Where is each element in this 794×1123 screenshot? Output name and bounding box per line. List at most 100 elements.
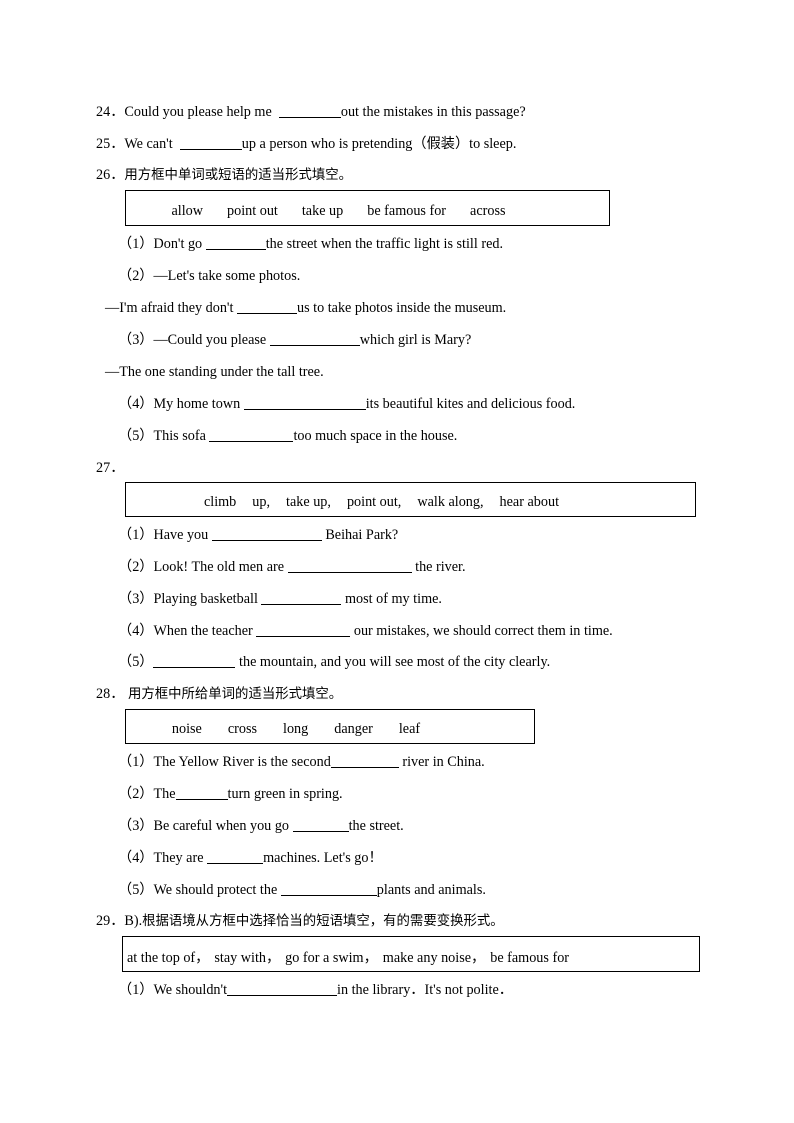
word-box-29-item-1: stay with， — [214, 950, 281, 966]
question-25-blank[interactable] — [179, 136, 242, 150]
question-28-item-3: （3）Be careful when you go the street. — [118, 817, 404, 835]
item-blank[interactable] — [292, 818, 349, 832]
item-blank[interactable] — [256, 623, 351, 637]
item-label: （1） — [118, 754, 154, 770]
item-blank[interactable] — [287, 559, 412, 573]
item-text-after: us to take photos inside the museum. — [296, 300, 507, 316]
item-text-before: We should protect the — [153, 882, 278, 898]
item-text-after: river in China. — [402, 754, 485, 770]
question-24: 24．Could you please help me out the mist… — [96, 103, 526, 121]
item-label: （4） — [118, 396, 154, 412]
item-label: （2） — [118, 559, 154, 575]
question-28-item-2: （2）The turn green in spring. — [118, 785, 343, 803]
question-26-item-5: （5）This sofa too much space in the house… — [118, 427, 457, 445]
question-24-number: 24． — [96, 104, 125, 120]
item-blank[interactable] — [211, 527, 322, 541]
question-24-text-before: Could you please help me — [124, 104, 272, 120]
item-text-before: When the teacher — [153, 623, 253, 639]
item-text-after: Beihai Park? — [325, 527, 399, 543]
word-box-28-item-0: noise — [171, 721, 202, 737]
item-text-before: Be careful when you go — [153, 818, 290, 834]
word-box-27-item-4: walk along, — [417, 494, 484, 510]
word-box-26-item-4: across — [470, 203, 506, 219]
item-text-before: We shouldn't — [153, 982, 228, 998]
question-25-text-after: up a person who is pretending（假装）to slee… — [241, 136, 517, 152]
item-text-before: Don't go — [153, 236, 203, 252]
word-box-28-item-1: cross — [227, 721, 257, 737]
question-28-word-box: noise cross long danger leaf — [125, 709, 535, 744]
item-label: （2） — [118, 786, 154, 802]
word-box-26-item-2: take up — [301, 203, 344, 219]
item-text-after: the river. — [415, 559, 466, 575]
question-27-number: 27． — [96, 460, 125, 476]
item-text-after: which girl is Mary? — [359, 332, 472, 348]
item-blank[interactable] — [280, 882, 377, 896]
question-27-word-box: climb up, take up, point out, walk along, hea… — [125, 482, 696, 517]
word-box-27-item-2: take up, — [286, 494, 331, 510]
item-blank[interactable] — [207, 850, 264, 864]
word-box-28-item-4: leaf — [398, 721, 421, 737]
worksheet-page: 24．Could you please help me out the mist… — [0, 0, 794, 1123]
item-label: （3） — [118, 818, 154, 834]
question-25-text-before: We can't — [124, 136, 173, 152]
item-blank[interactable] — [243, 396, 366, 410]
word-box-27-item-3: point out, — [346, 494, 402, 510]
item-text-after: the mountain, and you will see most of t… — [239, 654, 551, 670]
item-text-before: —I'm afraid they don't — [105, 300, 234, 316]
item-blank[interactable] — [269, 332, 360, 346]
item-blank[interactable] — [261, 591, 342, 605]
item-label: （1） — [118, 236, 154, 252]
question-24-blank[interactable] — [278, 104, 341, 118]
question-25-number: 25． — [96, 136, 125, 152]
question-26-item-4: （4）My home town its beautiful kites and … — [118, 395, 575, 413]
item-blank[interactable] — [236, 300, 297, 314]
item-blank[interactable] — [227, 982, 338, 996]
item-text-after: the street. — [348, 818, 404, 834]
item-blank[interactable] — [175, 786, 228, 800]
question-26-prompt: 用方框中单词或短语的适当形式填空。 — [124, 168, 353, 183]
word-box-29-item-4: be famous for — [490, 950, 570, 966]
item-blank[interactable] — [209, 428, 294, 442]
word-box-28-item-2: long — [283, 721, 309, 737]
word-box-29-item-2: go for a swim， — [285, 950, 378, 966]
item-label: （3） — [118, 332, 154, 348]
question-28-item-4: （4）They are machines. Let's go！ — [118, 849, 383, 867]
question-29-header: 29．B).根据语境从方框中选择恰当的短语填空，有的需要变换形式。 — [96, 912, 504, 931]
item-blank[interactable] — [330, 754, 399, 768]
item-text-before: The — [153, 786, 176, 802]
item-text-before: They are — [153, 850, 204, 866]
item-text-after: machines. Let's go！ — [263, 850, 383, 866]
item-text-before: Playing basketball — [153, 591, 258, 607]
item-label: （3） — [118, 591, 154, 607]
word-box-26-item-0: allow — [171, 203, 204, 219]
question-26-header: 26．用方框中单词或短语的适当形式填空。 — [96, 166, 352, 185]
question-28-header: 28． 用方框中所给单词的适当形式填空。 — [96, 685, 342, 704]
item-blank[interactable] — [153, 654, 236, 668]
item-text-before: This sofa — [153, 428, 206, 444]
question-26-word-box: allow point out take up be famous for across — [125, 190, 610, 226]
question-27-item-4: （4）When the teacher our mistakes, we sho… — [118, 622, 613, 640]
item-label: （5） — [118, 654, 154, 670]
item-blank[interactable] — [205, 236, 266, 250]
question-28-prompt: 用方框中所给单词的适当形式填空。 — [127, 687, 343, 702]
word-box-26-item-1: point out — [227, 203, 278, 219]
item-label: （1） — [118, 982, 154, 998]
question-26-number: 26． — [96, 167, 125, 183]
item-text-after: too much space in the house. — [293, 428, 458, 444]
word-box-27-item-5: hear about — [499, 494, 560, 510]
word-box-27-item-1: up, — [252, 494, 271, 510]
question-26-item-3: （3）—Could you please which girl is Mary? — [118, 331, 471, 349]
item-text-after: turn green in spring. — [227, 786, 343, 802]
question-26-item-3-answer-line: —The one standing under the tall tree. — [105, 363, 324, 381]
question-27-item-2: （2）Look! The old men are the river. — [118, 558, 466, 576]
item-label: （2） — [118, 268, 154, 284]
question-27-item-3: （3）Playing basketball most of my time. — [118, 590, 442, 608]
item-text-before: Look! The old men are — [153, 559, 285, 575]
word-box-28-item-3: danger — [334, 721, 373, 737]
item-text-before: The Yellow River is the second — [153, 754, 331, 770]
item-text-before: —The one standing under the tall tree. — [105, 364, 324, 380]
item-text-after: our mistakes, we should correct them in … — [353, 623, 613, 639]
item-text-after: in the library．It's not polite． — [337, 982, 513, 998]
word-box-27-item-0: climb — [203, 494, 237, 510]
question-27-header: 27． — [96, 459, 124, 477]
